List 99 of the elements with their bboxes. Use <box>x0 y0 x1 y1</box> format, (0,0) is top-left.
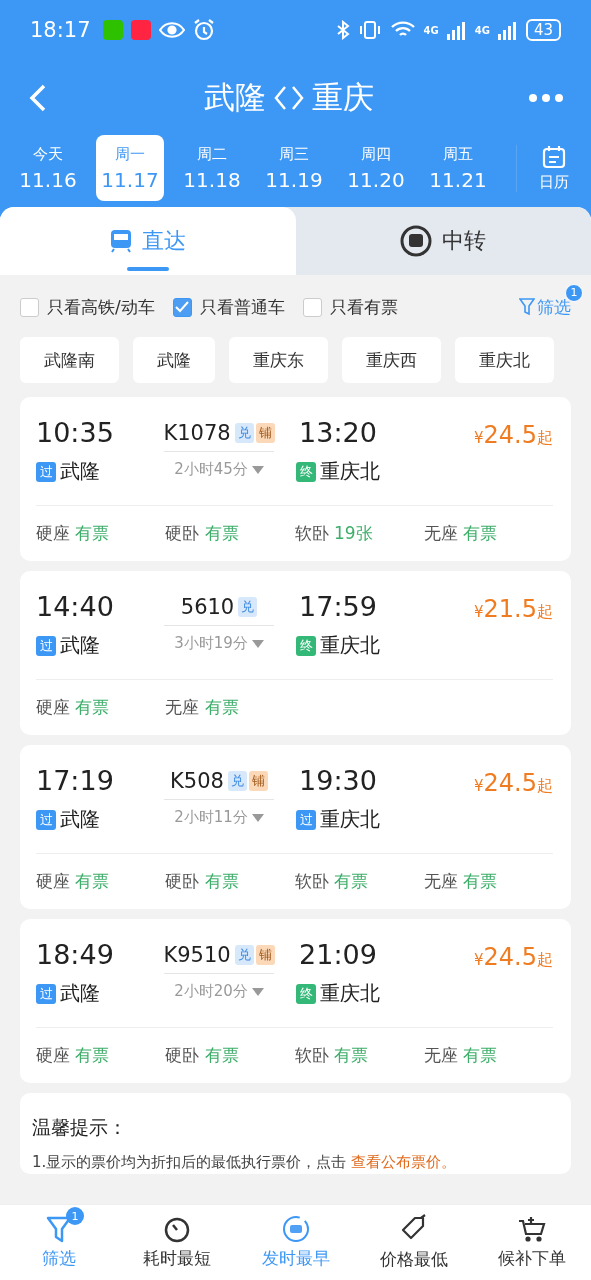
route-tab[interactable]: 中转 <box>295 207 591 275</box>
station-type-tag: 终 <box>296 983 316 1004</box>
station-name: 武隆 <box>60 632 100 659</box>
calendar-icon <box>542 144 566 169</box>
arrival-time: 21:09 <box>299 939 377 970</box>
seat-availability: 硬卧 有票 <box>165 1044 240 1067</box>
train-icon <box>109 229 132 253</box>
train-number: K1078 <box>163 421 231 445</box>
filter-checkbox[interactable]: 只看普通车 <box>172 295 285 319</box>
station-name: 武隆 <box>60 458 100 485</box>
filter-checkbox[interactable]: 只看有票 <box>302 295 398 319</box>
seat-availability: 无座 有票 <box>423 870 499 893</box>
network-type-label: 4G <box>423 24 439 36</box>
station-type-tag: 终 <box>296 461 316 482</box>
train-tag: 兑 <box>238 597 258 617</box>
destination-city: 重庆 <box>311 77 374 117</box>
cart-plus-icon <box>516 1215 547 1243</box>
arrival-time: 19:30 <box>299 765 377 796</box>
back-icon[interactable] <box>28 82 48 113</box>
station-type-tag: 过 <box>36 809 56 830</box>
train-number: K508 <box>170 769 224 793</box>
station-name: 重庆北 <box>320 806 380 833</box>
more-icon[interactable] <box>529 92 563 103</box>
transfer-train-icon <box>400 225 433 257</box>
station-name: 重庆北 <box>320 458 380 485</box>
station-chip[interactable]: 重庆东 <box>229 337 328 383</box>
caret-icon <box>251 639 264 648</box>
station-type-tag: 过 <box>296 809 316 830</box>
seat-availability: 硬卧 有票 <box>165 522 240 545</box>
station-name: 武隆 <box>60 806 100 833</box>
station-name: 重庆北 <box>320 980 380 1007</box>
departure-time: 17:19 <box>36 765 115 796</box>
battery-indicator: 43 <box>525 19 561 41</box>
seat-availability: 无座 有票 <box>423 1044 499 1067</box>
train-card[interactable]: 10:35 过 武隆 K1078 兑 铺 2小时45分 13:20 终 重庆北 ¥24.5起 硬座 有票 硬卧 有票 软卧 19张 无座 有票 <box>20 397 571 561</box>
sort-tab[interactable]: 耗时最短 <box>118 1205 237 1280</box>
origin-city: 武隆 <box>203 77 266 117</box>
station-chip[interactable]: 武隆 <box>133 337 215 383</box>
signal-icon <box>497 20 518 40</box>
caret-icon <box>251 987 264 996</box>
tips-title: 温馨提示： <box>32 1115 128 1140</box>
caret-icon <box>251 813 264 822</box>
arrival-time: 17:59 <box>299 591 377 622</box>
vibrate-icon <box>357 20 382 40</box>
caret-icon <box>251 465 264 474</box>
departure-time: 18:49 <box>36 939 115 970</box>
filter-checkbox[interactable]: 只看高铁/动车 <box>20 295 155 319</box>
departure-time: 14:40 <box>36 591 115 622</box>
station-type-tag: 过 <box>36 983 56 1004</box>
train-tag: 兑 <box>234 945 254 965</box>
signal-icon <box>446 20 467 40</box>
train-tag: 兑 <box>227 771 247 791</box>
station-chip[interactable]: 重庆北 <box>455 337 554 383</box>
network-type-label: 4G <box>474 24 490 36</box>
bluetooth-icon <box>335 20 350 40</box>
sort-tab[interactable]: 价格最低 <box>354 1205 473 1280</box>
sort-tab[interactable]: 候补下单 <box>472 1205 591 1280</box>
station-chip[interactable]: 武隆南 <box>20 337 119 383</box>
arrival-time: 13:20 <box>299 417 377 448</box>
seat-availability: 硬卧 有票 <box>165 870 240 893</box>
ticket-price: ¥21.5起 <box>474 594 553 623</box>
train-tag: 铺 <box>255 945 275 965</box>
timer-icon <box>163 1215 192 1243</box>
alarm-icon <box>192 19 215 41</box>
train-number: K9510 <box>163 943 231 967</box>
seat-availability: 软卧 有票 <box>294 870 369 893</box>
tips-text: 1.显示的票价均为折扣后的最低执行票价，点击 查看公布票价。 <box>32 1153 458 1172</box>
train-tag: 铺 <box>255 423 275 443</box>
seat-availability: 无座 有票 <box>423 522 499 545</box>
station-type-tag: 终 <box>296 635 316 656</box>
seat-availability: 硬座 有票 <box>36 696 111 719</box>
train-number: 5610 <box>180 595 235 619</box>
ticket-price: ¥24.5起 <box>474 768 553 797</box>
seat-availability: 硬座 有票 <box>36 1044 111 1067</box>
seat-availability: 软卧 19张 <box>294 522 374 545</box>
public-fare-link[interactable]: 查看公布票价。 <box>351 1153 457 1171</box>
seat-availability: 无座 有票 <box>165 696 240 719</box>
seat-availability: 软卧 有票 <box>294 1044 369 1067</box>
seat-availability: 硬座 有票 <box>36 522 111 545</box>
station-name: 武隆 <box>60 980 100 1007</box>
ticket-price: ¥24.5起 <box>474 942 553 971</box>
count-badge: 1 <box>66 1207 85 1225</box>
status-time: 18:17 <box>30 18 91 42</box>
eye-icon <box>158 21 185 39</box>
seat-availability: 硬座 有票 <box>36 870 111 893</box>
filter-icon <box>519 298 535 316</box>
check-icon <box>175 301 190 313</box>
train-tag: 铺 <box>248 771 268 791</box>
station-chip[interactable]: 重庆西 <box>342 337 441 383</box>
station-name: 重庆北 <box>320 632 380 659</box>
train-tag: 兑 <box>234 423 254 443</box>
station-type-tag: 过 <box>36 635 56 656</box>
station-type-tag: 过 <box>36 461 56 482</box>
departure-time: 10:35 <box>36 417 115 448</box>
train-card[interactable]: 17:19 过 武隆 K508 兑 铺 2小时11分 19:30 过 重庆北 ¥24.5起 硬座 有票 硬卧 有票 软卧 有票 无座 有票 <box>20 745 571 909</box>
swap-icon[interactable] <box>273 84 304 111</box>
ticket-price: ¥24.5起 <box>474 420 553 449</box>
train-card[interactable]: 14:40 过 武隆 5610 兑 3小时19分 17:59 终 重庆北 ¥21.5起 硬座 有票 无座 有票 <box>20 571 571 735</box>
train-card[interactable]: 18:49 过 武隆 K9510 兑 铺 2小时20分 21:09 终 重庆北 ¥24.5起 硬座 有票 硬卧 有票 软卧 有票 无座 有票 <box>20 919 571 1083</box>
